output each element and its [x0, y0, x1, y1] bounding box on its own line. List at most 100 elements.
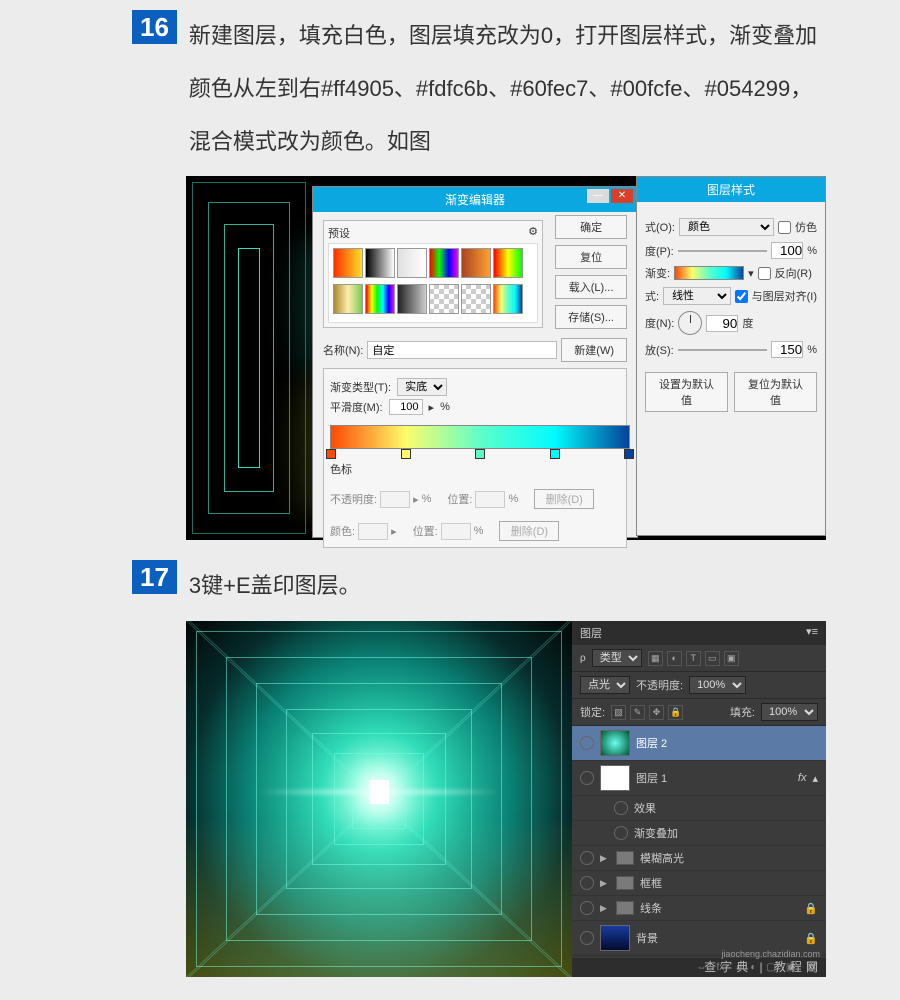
opacity-input[interactable] [771, 242, 803, 259]
filter-shape-icon[interactable]: ▭ [705, 651, 720, 666]
lock-icon: 🔒 [804, 932, 818, 945]
step-16-figure: 渐变编辑器 — ✕ 预设 ⚙ [186, 176, 826, 540]
gradient-editor-title: 渐变编辑器 — ✕ [313, 187, 637, 212]
filter-type-icon[interactable]: T [686, 651, 701, 666]
visibility-icon[interactable] [614, 801, 628, 815]
fx-sub-row[interactable]: 效果 [572, 796, 826, 821]
layer-thumbnail[interactable] [600, 730, 630, 756]
stops-label: 色标 [330, 461, 620, 477]
minimize-button[interactable]: — [587, 189, 609, 203]
fx-badge[interactable]: fx [798, 772, 807, 784]
step-17-text: 3键+E盖印图层。 [189, 560, 361, 613]
lock-pos-icon[interactable]: ✥ [649, 705, 664, 720]
blend-mode-select[interactable]: 点光 [580, 676, 630, 694]
gradient-type-label: 渐变类型(T): [330, 379, 391, 395]
smoothness-label: 平滑度(M): [330, 399, 383, 415]
reset-default-button[interactable]: 复位为默认值 [734, 372, 817, 412]
folder-icon [616, 901, 634, 915]
step-16-text: 新建图层，填充白色，图层填充改为0，打开图层样式，渐变叠加颜色从左到右#ff49… [189, 10, 829, 168]
watermark-url: jiaocheng.chazidian.com [721, 949, 820, 959]
delete-color-button[interactable]: 删除(D) [499, 521, 559, 541]
layer-thumbnail[interactable] [600, 765, 630, 791]
fx-sub-row[interactable]: 渐变叠加 [572, 821, 826, 846]
angle-label: 度(N): [645, 315, 674, 331]
align-checkbox[interactable] [735, 290, 748, 303]
style-label: 式: [645, 288, 659, 304]
layer-style-title: 图层样式 [637, 177, 825, 202]
layers-panel: 图层 ▾≡ ρ 类型 ▦ ◐ T ▭ ▣ 点光 不透明度: [572, 621, 826, 977]
name-input[interactable] [367, 341, 557, 359]
blend-mode-select[interactable]: 颜色 [679, 218, 774, 236]
visibility-icon[interactable] [580, 931, 594, 945]
layer-row-active[interactable]: 图层 2 [572, 726, 826, 761]
angle-dial[interactable] [678, 311, 702, 335]
filter-kind-select[interactable]: 类型 [592, 649, 642, 667]
lock-paint-icon[interactable]: ✎ [630, 705, 645, 720]
filter-pixel-icon[interactable]: ▦ [648, 651, 663, 666]
scale-input[interactable] [771, 341, 803, 358]
blend-mode-label: 式(O): [645, 219, 675, 235]
load-button[interactable]: 载入(L)... [555, 275, 627, 299]
visibility-icon[interactable] [614, 826, 628, 840]
layer-style-dialog: 图层样式 式(O): 颜色 仿色 度(P): % [636, 176, 826, 536]
opacity-slider[interactable] [678, 247, 767, 255]
opacity-label: 度(P): [645, 243, 674, 259]
visibility-icon[interactable] [580, 736, 594, 750]
layer-name: 背景 [636, 930, 658, 946]
layers-tab[interactable]: 图层 [580, 625, 602, 641]
layer-row[interactable]: 图层 1 fx▴ [572, 761, 826, 796]
gear-icon[interactable]: ⚙ [528, 225, 538, 238]
presets-label: 预设 ⚙ [328, 225, 538, 241]
angle-input[interactable] [706, 315, 738, 332]
preset-swatches[interactable] [328, 243, 538, 323]
watermark: 查字典 | 教程网 [704, 958, 822, 975]
visibility-icon[interactable] [580, 771, 594, 785]
gradient-editor-title-text: 渐变编辑器 [445, 193, 505, 207]
save-button[interactable]: 存储(S)... [555, 305, 627, 329]
layer-opacity-label: 不透明度: [636, 677, 683, 693]
reset-button[interactable]: 复位 [555, 245, 627, 269]
close-button[interactable]: ✕ [611, 189, 633, 203]
style-select[interactable]: 线性 [663, 287, 731, 305]
new-button[interactable]: 新建(W) [561, 338, 627, 362]
visibility-icon[interactable] [580, 876, 594, 890]
delete-opacity-button[interactable]: 删除(D) [534, 489, 594, 509]
lock-trans-icon[interactable]: ▨ [611, 705, 626, 720]
layer-opacity-select[interactable]: 100% [689, 676, 746, 694]
fill-label: 填充: [730, 704, 755, 720]
filter-smart-icon[interactable]: ▣ [724, 651, 739, 666]
folder-icon [616, 876, 634, 890]
layer-name: 图层 2 [636, 735, 667, 751]
dither-checkbox[interactable] [778, 221, 791, 234]
name-label: 名称(N): [323, 342, 363, 358]
layer-group-row[interactable]: ▶ 模糊高光 [572, 846, 826, 871]
step-17-figure: 图层 ▾≡ ρ 类型 ▦ ◐ T ▭ ▣ 点光 不透明度: [186, 621, 826, 977]
gradient-bar[interactable] [330, 425, 630, 449]
lock-label: 锁定: [580, 704, 605, 720]
reverse-checkbox[interactable] [758, 267, 771, 280]
panel-menu-icon[interactable]: ▾≡ [806, 625, 818, 641]
visibility-icon[interactable] [580, 901, 594, 915]
ok-button[interactable]: 确定 [555, 215, 627, 239]
gradient-type-select[interactable]: 实底 [397, 378, 447, 396]
fill-select[interactable]: 100% [761, 703, 818, 721]
gradient-preview[interactable] [674, 266, 744, 280]
make-default-button[interactable]: 设置为默认值 [645, 372, 728, 412]
layer-group-row[interactable]: ▶ 框框 [572, 871, 826, 896]
lock-icon: 🔒 [804, 902, 818, 915]
gradient-label: 渐变: [645, 265, 670, 281]
layer-name: 图层 1 [636, 770, 667, 786]
filter-adjust-icon[interactable]: ◐ [667, 651, 682, 666]
canvas-preview [186, 621, 572, 977]
scale-label: 放(S): [645, 342, 674, 358]
layer-group-row[interactable]: ▶ 线条 🔒 [572, 896, 826, 921]
step-number-16: 16 [132, 10, 177, 44]
scale-slider[interactable] [678, 346, 767, 354]
step-number-17: 17 [132, 560, 177, 594]
gradient-editor-dialog: 渐变编辑器 — ✕ 预设 ⚙ [312, 186, 638, 538]
visibility-icon[interactable] [580, 851, 594, 865]
layer-thumbnail[interactable] [600, 925, 630, 951]
smoothness-input[interactable] [389, 399, 423, 415]
folder-icon [616, 851, 634, 865]
lock-all-icon[interactable]: 🔒 [668, 705, 683, 720]
